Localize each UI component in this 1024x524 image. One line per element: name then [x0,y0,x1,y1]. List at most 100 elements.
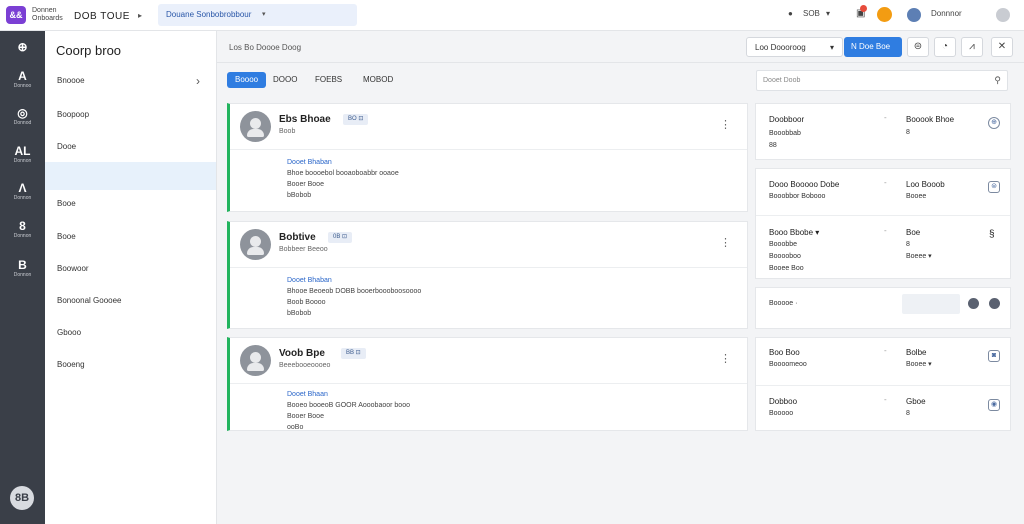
panel-action-icon[interactable]: ⊜ [988,181,1000,193]
card-line: Booer Booe [287,181,324,188]
status-badge: 0B ⊡ [328,232,353,243]
detail-value: Booobbe [769,241,798,248]
history-icon[interactable]: ◔ [934,37,956,57]
filter-tab[interactable]: FOEBS [315,72,342,88]
project-select[interactable]: Douane Sonbobrobbour ▾ [158,4,357,26]
panel-action-icon[interactable]: ◉ [988,399,1000,411]
filter-tab-all[interactable]: Boooo [227,72,267,88]
card-link[interactable]: Dooet Bhaan [287,389,410,400]
user-avatar[interactable]: 8B [10,486,34,510]
card-subtitle: Bobbeer Beeoo [279,246,328,253]
link-icon[interactable]: § [989,230,995,240]
sidebar-item[interactable]: Bnoooe › [45,67,216,95]
card-header: Bobtive 0B ⊡ Bobbeer Beeoo ⋮ [230,222,747,268]
sidebar-item[interactable]: Gbooo [45,319,216,347]
panel-action-icon[interactable]: ◙ [988,350,1000,362]
detail-label: Doobboor [769,115,805,124]
chevron-right-icon: ▸ [138,11,143,20]
profile-avatar[interactable] [996,8,1010,22]
filter-icon[interactable]: ⩘ [961,37,983,57]
card-link[interactable]: Dooet Bhaban [287,157,399,168]
sidebar-item[interactable]: Dooe [45,133,216,161]
card-subtitle: Beeebooeoooeo [279,362,331,369]
sidebar-item-label: Boowoor [57,264,89,273]
rail-item-4[interactable]: Λ Donnon [0,181,45,202]
detail-value: Booooo [769,410,794,417]
card-name: Voob Bpe [279,348,325,359]
lambda-icon: Λ [18,181,27,195]
sidebar-item[interactable]: Booe [45,223,216,251]
options-icon[interactable] [989,298,1000,309]
sidebar-item-active[interactable] [45,162,216,190]
app-logo-icon[interactable]: && [6,6,26,24]
rail-item-3[interactable]: AL Donnon [0,144,45,165]
view-dropdown-label: Loo Doooroog [755,43,806,52]
filter-tab[interactable]: MOBOD [363,72,393,88]
detail-value: 8 [906,410,910,417]
list-card[interactable]: Voob Bpe BB ⊡ Beeebooeoooeo ⋮ Dooet Bhaa… [227,337,748,431]
card-line: bBobob [287,310,312,317]
card-body: Dooet Bhaban Bhooe Beoeob DOBB booerbooo… [287,275,421,319]
separator: - [884,346,887,355]
top-bar: && Donnen Onboards DOB TOUE ▸ Douane Son… [0,0,1024,31]
home-icon: ⊕ [17,40,28,54]
detail-value[interactable]: Boeee ▾ [906,252,932,262]
rail-item-6[interactable]: B Donnon [0,258,45,279]
primary-action-button[interactable]: N Doe Boe [844,37,902,57]
grid-view-icon[interactable]: ⊜ [907,37,929,57]
filter-bar: Boooo DOOO FOEBS MOBOD Dooet Doob ⚲ [217,64,1024,98]
sidebar-item[interactable]: Boowoor [45,255,216,283]
user-label[interactable]: Donnnor [931,9,962,18]
sidebar-item[interactable]: Booeng [45,351,216,379]
sidebar-item-label: Bnoooe [57,76,85,85]
analytics-icon: A [18,69,27,83]
more-options-icon[interactable]: ⋮ [720,118,731,131]
chevron-down-icon: ▾ [829,43,834,52]
more-options-icon[interactable]: ⋮ [720,236,731,249]
sidebar-item[interactable]: Boopoop [45,101,216,129]
sidebar-item[interactable]: Bonoonal Goooee [45,287,216,315]
more-options-icon[interactable]: ⋮ [720,352,731,365]
app-title[interactable]: DOB TOUE [74,11,130,22]
detail-value: Booee [906,193,927,200]
rail-item-label: Donnon [13,272,32,278]
input-label: Booooe · [769,300,798,307]
brand-label: Donnen Onboards [32,7,63,23]
list-card[interactable]: Ebs Bhoae BO ⊡ Boob ⋮ Dooet Bhaban Bhoe … [227,103,748,212]
brand-line-2: Onboards [32,15,63,22]
rail-item-5[interactable]: 8 Donnon [0,219,45,240]
status-dot-icon: ● [788,9,793,18]
text-input[interactable] [902,294,960,314]
view-dropdown[interactable]: Loo Doooroog ▾ [746,37,843,57]
detail-panel: Boo Boo Boooomeoo - Bolbe Booee ▾ ◙ Dobb… [755,337,1011,431]
close-icon[interactable]: ✕ [991,37,1013,57]
breadcrumb[interactable]: Los Bo Doooe Doog [229,43,301,52]
card-line: Bhooe Beoeob DOBB booerboooboosoooo [287,288,422,295]
detail-value: Booobbab [769,130,801,137]
icon-rail: ⊕ A Donnoo ◎ Donnod AL Donnon Λ Donnon 8… [0,31,45,524]
alert-badge-icon[interactable] [877,7,892,22]
card-name: Bobtive [279,232,316,243]
rail-item-1[interactable]: A Donnoo [0,69,45,90]
search-input[interactable]: Dooet Doob ⚲ [756,70,1008,91]
avatar [240,229,271,260]
status-label[interactable]: SOB [803,9,820,18]
main-header: Los Bo Doooe Doog Loo Doooroog ▾ N Doe B… [217,31,1024,63]
card-header: Ebs Bhoae BO ⊡ Boob ⋮ [230,104,747,150]
detail-value: Booee Boo [769,265,804,272]
detail-value: Booobbor Bobooo [769,193,826,200]
settings-icon[interactable] [968,298,979,309]
search-icon: ⚲ [994,75,1001,85]
sidebar-title: Coorp broo [56,43,122,58]
rail-item-2[interactable]: ◎ Donnod [0,106,45,127]
card-link[interactable]: Dooet Bhaban [287,275,421,286]
rail-item-home[interactable]: ⊕ [0,40,45,54]
user-avatar[interactable] [907,8,921,22]
list-card[interactable]: Bobtive 0B ⊡ Bobbeer Beeoo ⋮ Dooet Bhaba… [227,221,748,329]
sidebar-item[interactable]: Booe [45,190,216,218]
info-icon[interactable]: ⊕ [988,117,1000,129]
detail-value[interactable]: Booee ▾ [906,360,932,370]
card-line: Boob Boooo [287,299,326,306]
filter-tab[interactable]: DOOO [273,72,297,88]
detail-label[interactable]: Booo Bbobe ▾ [769,228,819,238]
